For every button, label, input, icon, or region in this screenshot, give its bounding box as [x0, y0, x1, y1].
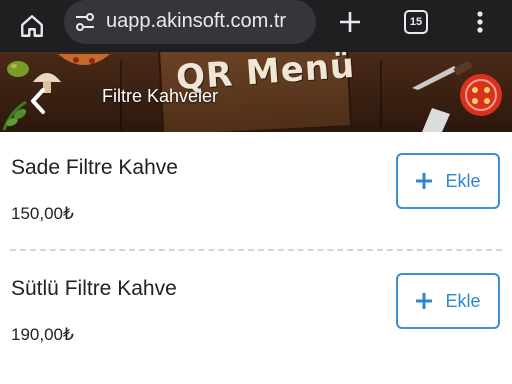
- home-icon[interactable]: [14, 8, 50, 44]
- cleaver-decoration-icon: [422, 108, 450, 132]
- url-text[interactable]: uapp.akinsoft.com.tr: [106, 10, 314, 33]
- add-button-label: Ekle: [445, 290, 481, 311]
- product-name: Sade Filtre Kahve: [11, 156, 178, 179]
- product-price: 150,00₺: [11, 204, 74, 223]
- product-item: Sade Filtre Kahve 150,00₺ Ekle: [0, 132, 512, 252]
- address-bar[interactable]: uapp.akinsoft.com.tr: [64, 0, 316, 44]
- pizza-decoration-icon: [58, 54, 110, 65]
- tab-switcher-button[interactable]: 15: [404, 10, 428, 34]
- add-button[interactable]: Ekle: [396, 273, 500, 329]
- product-name: Sütlü Filtre Kahve: [11, 277, 177, 300]
- more-options-icon[interactable]: [468, 6, 492, 38]
- plus-icon: [416, 293, 433, 309]
- divider: [10, 249, 502, 251]
- product-price: 190,00₺: [11, 325, 74, 344]
- tab-count: 15: [409, 16, 423, 28]
- site-settings-icon[interactable]: [74, 11, 96, 33]
- add-button-label: Ekle: [445, 170, 481, 191]
- new-tab-icon[interactable]: [334, 6, 366, 38]
- plus-icon: [416, 173, 433, 189]
- add-button[interactable]: Ekle: [396, 153, 500, 209]
- page-title: Filtre Kahveler: [102, 86, 219, 106]
- browser-toolbar: uapp.akinsoft.com.tr 15: [0, 0, 512, 52]
- product-item: Sütlü Filtre Kahve 190,00₺ Ekle: [0, 252, 512, 372]
- back-button[interactable]: [26, 86, 52, 116]
- tomato-decoration-icon: [460, 74, 502, 116]
- page-banner: QR Menü Filtre Kahveler: [0, 52, 512, 132]
